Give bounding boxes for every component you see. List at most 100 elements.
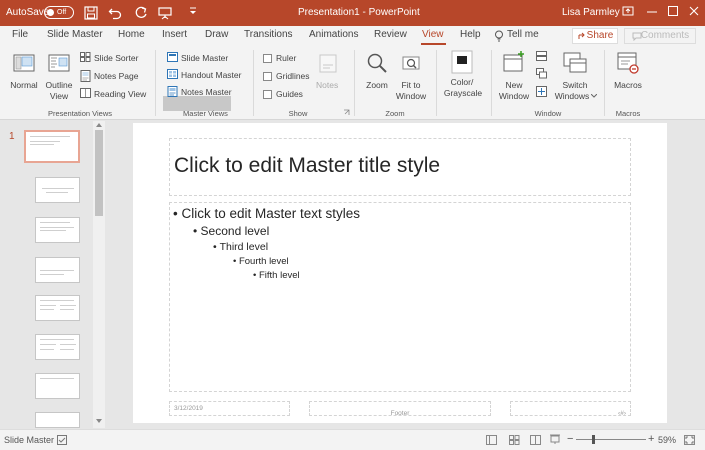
comments-button[interactable]: Comments (624, 28, 696, 44)
gridlines-label: Gridlines (276, 71, 310, 81)
outline-view-button[interactable]: Outline (42, 80, 76, 90)
slide-sorter-icon[interactable] (80, 52, 91, 62)
customize-toolbar-icon[interactable] (188, 6, 204, 24)
macros-button[interactable]: Macros (610, 80, 646, 90)
chevron-down-icon (591, 94, 597, 98)
presentation-views-group-label: Presentation Views (47, 109, 113, 118)
notes-master-icon[interactable] (167, 86, 178, 97)
slide-master-button[interactable]: Slide Master (181, 53, 228, 63)
tab-review[interactable]: Review (374, 29, 407, 40)
reading-view-button[interactable]: Reading View (94, 89, 146, 99)
level-1-text: Click to edit Master text styles (181, 206, 361, 221)
tell-me-search[interactable]: Tell me (507, 29, 539, 40)
layout-thumbnail[interactable] (35, 412, 80, 428)
body-placeholder[interactable]: • Click to edit Master text styles • Sec… (169, 202, 631, 392)
layout-thumbnail[interactable] (35, 217, 80, 243)
tab-view[interactable]: View (422, 29, 444, 40)
presenter-icon[interactable] (158, 4, 174, 22)
undo-icon[interactable] (108, 4, 124, 22)
reading-view-icon[interactable] (80, 88, 91, 98)
level-2-text: Second level (200, 224, 270, 238)
layout-thumbnail[interactable] (35, 257, 80, 283)
color-grayscale-icon[interactable] (451, 50, 473, 74)
guides-checkbox[interactable] (263, 90, 272, 99)
normal-view-status-icon[interactable] (486, 435, 497, 445)
outline-view-icon[interactable] (48, 54, 70, 74)
handout-master-button[interactable]: Handout Master (181, 70, 241, 80)
tab-insert[interactable]: Insert (162, 29, 187, 40)
outline-view-label-line2: View (49, 91, 69, 101)
tab-home[interactable]: Home (118, 29, 145, 40)
show-group-label: Show (288, 109, 308, 118)
slide-canvas: Click to edit Master title style • Click… (133, 123, 667, 423)
new-window-button[interactable]: New (498, 80, 530, 90)
slide-sorter-button[interactable]: Slide Sorter (94, 53, 138, 63)
notes-master-button[interactable]: Notes Master (181, 87, 232, 97)
zoom-slider-thumb[interactable] (592, 435, 595, 444)
normal-view-button[interactable]: Normal (9, 80, 39, 90)
scrollbar-thumb[interactable] (95, 130, 103, 216)
normal-view-icon[interactable] (13, 54, 35, 74)
fit-to-window-icon[interactable] (400, 52, 422, 74)
layout-thumbnail[interactable] (35, 177, 80, 203)
user-name[interactable]: Lisa Parmley (562, 7, 620, 18)
zoom-button[interactable]: Zoom (362, 80, 392, 90)
zoom-slider-track[interactable] (576, 439, 646, 440)
reading-view-status-icon[interactable] (530, 435, 541, 445)
fit-to-window-button[interactable]: Fit to (395, 80, 427, 90)
scroll-down-arrow-icon[interactable] (96, 419, 102, 423)
ruler-checkbox[interactable] (263, 54, 272, 63)
save-icon[interactable] (84, 4, 100, 22)
slide-sorter-status-icon[interactable] (509, 435, 520, 445)
redo-icon[interactable] (134, 4, 150, 22)
tab-transitions[interactable]: Transitions (244, 29, 293, 40)
slideshow-status-icon[interactable] (549, 434, 561, 445)
master-title-text: Click to edit Master title style (174, 154, 441, 177)
ribbon-display-options-icon[interactable] (622, 5, 638, 23)
footer-placeholder[interactable]: Footer (309, 401, 491, 417)
fit-slide-icon[interactable] (684, 435, 695, 445)
color-grayscale-button[interactable]: Color/ (443, 77, 481, 87)
scroll-up-arrow-icon[interactable] (96, 123, 102, 127)
share-button[interactable]: Share (572, 28, 618, 44)
new-window-icon[interactable] (502, 50, 526, 74)
layout-thumbnail[interactable] (35, 295, 80, 321)
master-thumbnail[interactable] (24, 130, 80, 163)
layout-thumbnail[interactable] (35, 373, 80, 399)
group-separator (604, 50, 605, 116)
tab-animations[interactable]: Animations (309, 29, 358, 40)
notes-page-icon[interactable] (80, 70, 91, 82)
ribbon: Normal Outline View Slide Sorter Notes P… (0, 46, 705, 120)
zoom-magnifier-icon[interactable] (366, 52, 388, 74)
zoom-in-icon[interactable]: + (648, 433, 654, 445)
maximize-icon[interactable] (667, 5, 683, 23)
layout-thumbnail[interactable] (35, 334, 80, 360)
switch-windows-icon[interactable] (563, 52, 587, 74)
zoom-percent[interactable]: 59% (658, 435, 676, 445)
slide-master-icon[interactable] (167, 52, 178, 62)
slide-number-placeholder[interactable]: ‹#› (510, 401, 631, 417)
notes-page-button[interactable]: Notes Page (94, 71, 138, 81)
tab-slide-master[interactable]: Slide Master (47, 29, 103, 40)
switch-windows-label-line2: Windows (554, 91, 590, 101)
notes-icon (318, 54, 338, 74)
close-icon[interactable] (688, 5, 704, 23)
title-placeholder[interactable]: Click to edit Master title style (169, 138, 631, 196)
date-placeholder[interactable]: 3/12/2019 (169, 401, 290, 416)
zoom-out-icon[interactable]: − (567, 433, 573, 445)
switch-windows-button[interactable]: Switch (558, 80, 592, 90)
gridlines-checkbox[interactable] (263, 72, 272, 81)
move-split-icon[interactable] (536, 86, 547, 97)
tab-draw[interactable]: Draw (205, 29, 228, 40)
guides-label: Guides (276, 89, 303, 99)
arrange-all-icon[interactable] (536, 51, 547, 61)
macros-icon[interactable] (616, 51, 640, 75)
accessibility-check-icon[interactable] (57, 435, 67, 445)
minimize-icon[interactable] (646, 5, 662, 23)
cascade-icon[interactable] (536, 68, 547, 79)
tab-help[interactable]: Help (460, 29, 481, 40)
tab-file[interactable]: File (12, 29, 28, 40)
autosave-toggle[interactable]: Off (44, 6, 74, 19)
show-dialog-launcher-icon[interactable] (343, 109, 350, 116)
handout-master-icon[interactable] (167, 69, 178, 79)
